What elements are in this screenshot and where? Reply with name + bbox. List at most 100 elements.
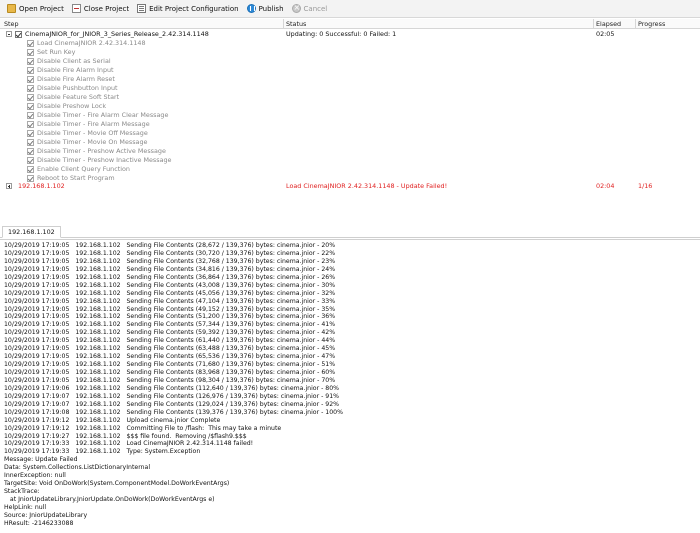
log-line: 10/29/2019 17:19:08 192.168.1.102 Sendin…	[4, 408, 343, 416]
tree-row-step[interactable]: Disable Client as Serial	[0, 57, 700, 66]
step-label: Disable Timer - Movie On Message	[37, 138, 148, 146]
publish-button[interactable]: Publish	[243, 2, 288, 16]
step-label: Disable Timer - Movie Off Message	[37, 129, 148, 137]
checkbox-step[interactable]	[27, 121, 34, 128]
checkbox-step[interactable]	[27, 130, 34, 137]
log-line: 10/29/2019 17:19:33 192.168.1.102 Load C…	[4, 440, 254, 448]
column-header-progress[interactable]: Progress	[638, 20, 665, 28]
step-label: Disable Preshow Lock	[37, 102, 107, 110]
log-line: 10/29/2019 17:19:12 192.168.1.102 Commit…	[4, 424, 282, 432]
checkbox-step[interactable]	[27, 139, 34, 146]
log-line: at JniorUpdateLibrary.JniorUpdate.OnDoWo…	[4, 496, 215, 503]
tree-row-step[interactable]: Disable Timer - Fire Alarm Clear Message	[0, 111, 700, 120]
log-line: StackTrace:	[4, 488, 40, 496]
column-divider[interactable]	[283, 19, 284, 29]
log-line: 10/29/2019 17:19:05 192.168.1.102 Sendin…	[4, 321, 336, 329]
tree-row-step[interactable]: Disable Fire Alarm Reset	[0, 75, 700, 84]
tree-row-step[interactable]: Disable Feature Soft Start	[0, 93, 700, 102]
edit-project-configuration-button[interactable]: Edit Project Configuration	[133, 2, 242, 16]
log-line: 10/29/2019 17:19:12 192.168.1.102 Upload…	[4, 416, 221, 424]
checkbox-step[interactable]	[27, 103, 34, 110]
device-tabs: 192.168.1.102	[0, 226, 700, 238]
edit-config-label: Edit Project Configuration	[149, 4, 239, 13]
step-label: Disable Fire Alarm Reset	[37, 75, 115, 83]
checkbox-step[interactable]	[27, 148, 34, 155]
log-line: 10/29/2019 17:19:05 192.168.1.102 Sendin…	[4, 242, 336, 249]
cancel-button[interactable]: Cancel	[288, 2, 332, 16]
collapse-icon[interactable]	[6, 31, 12, 37]
step-label: Disable Fire Alarm Input	[37, 66, 114, 74]
tree-row-project[interactable]: CinemaJNIOR_for_JNIOR_3_Series_Release_2…	[0, 30, 700, 39]
checkbox-step[interactable]	[27, 85, 34, 92]
edit-document-icon	[137, 4, 147, 13]
step-label: Disable Timer - Fire Alarm Clear Message	[37, 111, 169, 119]
log-line: 10/29/2019 17:19:07 192.168.1.102 Sendin…	[4, 400, 340, 408]
tree-row-step[interactable]: Disable Pushbutton Input	[0, 84, 700, 93]
log-output[interactable]: 10/29/2019 17:19:05 192.168.1.102 Sendin…	[0, 239, 700, 533]
log-line: 10/29/2019 17:19:05 192.168.1.102 Sendin…	[4, 297, 336, 305]
step-label: Disable Feature Soft Start	[37, 93, 120, 101]
column-divider[interactable]	[635, 19, 636, 29]
cancel-label: Cancel	[303, 4, 328, 13]
device-progress: 1/16	[638, 182, 653, 190]
publish-icon	[246, 4, 256, 13]
log-line: 10/29/2019 17:19:05 192.168.1.102 Sendin…	[4, 281, 336, 289]
checkbox-step[interactable]	[27, 58, 34, 65]
log-line: 10/29/2019 17:19:27 192.168.1.102 $$$ fi…	[4, 432, 247, 440]
log-line: 10/29/2019 17:19:05 192.168.1.102 Sendin…	[4, 289, 336, 297]
column-header-elapsed[interactable]: Elapsed	[596, 20, 621, 28]
project-name: CinemaJNIOR_for_JNIOR_3_Series_Release_2…	[25, 30, 209, 38]
tree-row-step[interactable]: Disable Timer - Preshow Inactive Message	[0, 156, 700, 165]
open-project-label: Open Project	[19, 4, 64, 13]
expand-icon[interactable]	[6, 183, 12, 189]
log-line: 10/29/2019 17:19:05 192.168.1.102 Sendin…	[4, 353, 336, 361]
log-line: 10/29/2019 17:19:05 192.168.1.102 Sendin…	[4, 345, 336, 353]
checkbox-step[interactable]	[27, 67, 34, 74]
log-line: 10/29/2019 17:19:05 192.168.1.102 Sendin…	[4, 376, 336, 384]
tree-row-step[interactable]: Disable Preshow Lock	[0, 102, 700, 111]
checkbox-step[interactable]	[27, 94, 34, 101]
publish-label: Publish	[258, 4, 284, 13]
tree-row-step[interactable]: Load CinemaJNIOR 2.42.314.1148	[0, 39, 700, 48]
tree-row-step[interactable]: Disable Fire Alarm Input	[0, 66, 700, 75]
checkbox-step[interactable]	[27, 76, 34, 83]
tree-row-step[interactable]: Disable Timer - Preshow Active Message	[0, 147, 700, 156]
step-label: Load CinemaJNIOR 2.42.314.1148	[37, 39, 146, 47]
tree-row-step[interactable]: Set Run Key	[0, 48, 700, 57]
log-line: 10/29/2019 17:19:05 192.168.1.102 Sendin…	[4, 273, 336, 281]
tree-row-step[interactable]: Disable Timer - Movie Off Message	[0, 129, 700, 138]
close-project-button[interactable]: Close Project	[68, 2, 133, 16]
tab-device-log[interactable]: 192.168.1.102	[2, 226, 61, 238]
project-elapsed: 02:05	[596, 30, 615, 38]
checkbox-step[interactable]	[27, 112, 34, 119]
step-label: Disable Timer - Preshow Active Message	[37, 147, 166, 155]
tree-row-step[interactable]: Disable Timer - Fire Alarm Message	[0, 120, 700, 129]
checkbox-step[interactable]	[27, 175, 34, 182]
tree-row-step[interactable]: Enable Client Query Function	[0, 165, 700, 174]
device-address: 192.168.1.102	[18, 182, 65, 190]
checkbox-step[interactable]	[27, 49, 34, 56]
column-divider[interactable]	[593, 19, 594, 29]
checkbox-step[interactable]	[27, 157, 34, 164]
log-line: Data: System.Collections.ListDictionaryI…	[4, 464, 151, 472]
open-project-button[interactable]: Open Project	[3, 2, 68, 16]
log-line: 10/29/2019 17:19:05 192.168.1.102 Sendin…	[4, 361, 336, 369]
tree-row-step[interactable]: Disable Timer - Movie On Message	[0, 138, 700, 147]
log-line: Message: Update Failed	[4, 456, 78, 464]
folder-open-icon	[7, 4, 16, 13]
checkbox-step[interactable]	[27, 166, 34, 173]
log-line: 10/29/2019 17:19:05 192.168.1.102 Sendin…	[4, 313, 336, 321]
checkbox-project[interactable]	[15, 31, 22, 38]
close-project-label: Close Project	[83, 4, 130, 13]
log-line: HResult: -2146233088	[4, 519, 74, 527]
step-label: Enable Client Query Function	[37, 165, 130, 173]
device-elapsed: 02:04	[596, 182, 615, 190]
project-status: Updating: 0 Successful: 0 Failed: 1	[286, 30, 397, 38]
column-header-status[interactable]: Status	[286, 20, 306, 28]
column-header-step[interactable]: Step	[4, 20, 19, 28]
tree-row-device[interactable]: 192.168.1.102 Load CinemaJNIOR 2.42.314.…	[0, 182, 700, 191]
log-line: 10/29/2019 17:19:05 192.168.1.102 Sendin…	[4, 249, 336, 257]
checkbox-step[interactable]	[27, 40, 34, 47]
step-label: Disable Pushbutton Input	[37, 84, 118, 92]
